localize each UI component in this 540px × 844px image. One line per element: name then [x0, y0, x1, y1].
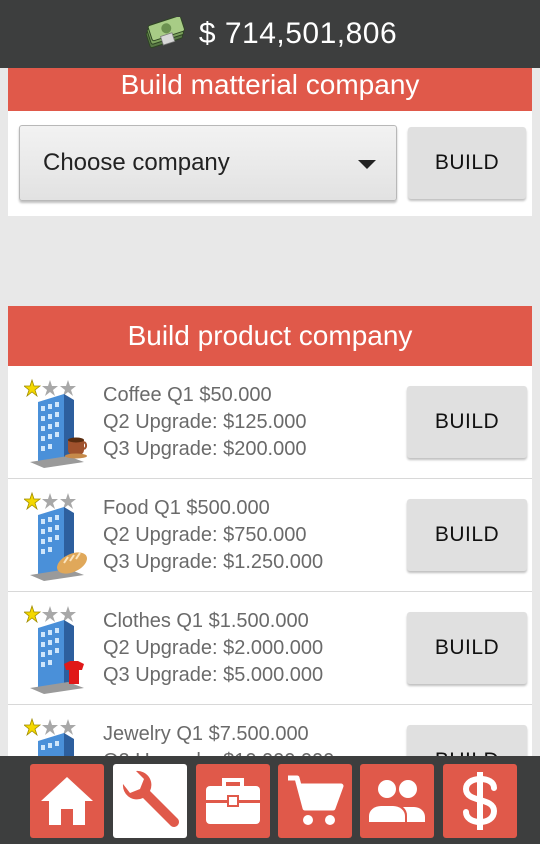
money-stack-icon [145, 17, 185, 49]
product-price-text: Clothes Q1 $1.500.000 Q2 Upgrade: $2.000… [103, 608, 323, 689]
q3-upgrade: Q3 Upgrade: $5.000.000 [103, 664, 324, 686]
briefcase-icon [206, 778, 260, 824]
balance-bar: $ 714,501,806 [0, 0, 540, 68]
build-jewelry-button[interactable]: BUILD [407, 725, 527, 756]
q1-price: Clothes Q1 $1.500.000 [103, 610, 309, 632]
dropdown-arrow-icon [358, 160, 376, 169]
q1-price: Food Q1 $500.000 [103, 497, 270, 519]
product-price-text: Food Q1 $500.000 Q2 Upgrade: $750.000 Q3… [103, 495, 323, 576]
q2-upgrade: Q2 Upgrade: $2.000.000 [103, 637, 324, 659]
product-row-food: Food Q1 $500.000 Q2 Upgrade: $750.000 Q3… [8, 479, 532, 592]
nav-build[interactable] [113, 764, 187, 838]
product-price-text: Jewelry Q1 $7.500.000 Q2 Upgrade: $10.00… [103, 721, 334, 756]
people-icon [369, 780, 425, 822]
product-price-text: Coffee Q1 $50.000 Q2 Upgrade: $125.000 Q… [103, 382, 307, 463]
build-clothes-button[interactable]: BUILD [407, 612, 527, 684]
food-building-icon [24, 491, 87, 581]
wrench-icon [122, 770, 179, 827]
q2-upgrade: Q2 Upgrade: $750.000 [103, 524, 307, 546]
bottom-nav [0, 756, 540, 844]
material-company-panel: Build matterial company Choose company B… [8, 68, 532, 216]
cart-icon [288, 775, 344, 825]
balance-amount: $ 714,501,806 [198, 17, 398, 50]
content-scroll-area[interactable]: Build matterial company Choose company B… [0, 68, 540, 756]
home-icon [41, 777, 93, 825]
q3-upgrade: Q3 Upgrade: $200.000 [103, 438, 307, 460]
jewelry-building-icon [24, 717, 76, 756]
product-company-panel: Build product company Coffee Q1 $50.000 … [8, 306, 532, 756]
coffee-building-icon [24, 378, 88, 468]
product-row-coffee: Coffee Q1 $50.000 Q2 Upgrade: $125.000 Q… [8, 366, 532, 479]
company-select[interactable]: Choose company [19, 125, 397, 201]
build-coffee-button[interactable]: BUILD [407, 386, 527, 458]
build-material-button[interactable]: BUILD [408, 127, 526, 199]
q2-upgrade: Q2 Upgrade: $10.000.000 [103, 748, 334, 756]
nav-home[interactable] [30, 764, 104, 838]
q2-upgrade: Q2 Upgrade: $125.000 [103, 411, 307, 433]
q3-upgrade: Q3 Upgrade: $1.250.000 [103, 551, 324, 573]
product-row-clothes: Clothes Q1 $1.500.000 Q2 Upgrade: $2.000… [8, 592, 532, 705]
nav-money[interactable] [443, 764, 517, 838]
nav-shop[interactable] [278, 764, 352, 838]
build-food-button[interactable]: BUILD [407, 499, 527, 571]
material-panel-title: Build matterial company [8, 68, 532, 111]
q1-price: Jewelry Q1 $7.500.000 [103, 723, 309, 745]
dollar-icon [462, 772, 498, 830]
product-panel-title: Build product company [8, 306, 532, 366]
nav-business[interactable] [196, 764, 270, 838]
clothes-building-icon [24, 604, 84, 694]
nav-people[interactable] [360, 764, 434, 838]
company-select-value: Choose company [43, 149, 230, 176]
product-row-jewelry: Jewelry Q1 $7.500.000 Q2 Upgrade: $10.00… [8, 705, 532, 756]
q1-price: Coffee Q1 $50.000 [103, 384, 272, 406]
